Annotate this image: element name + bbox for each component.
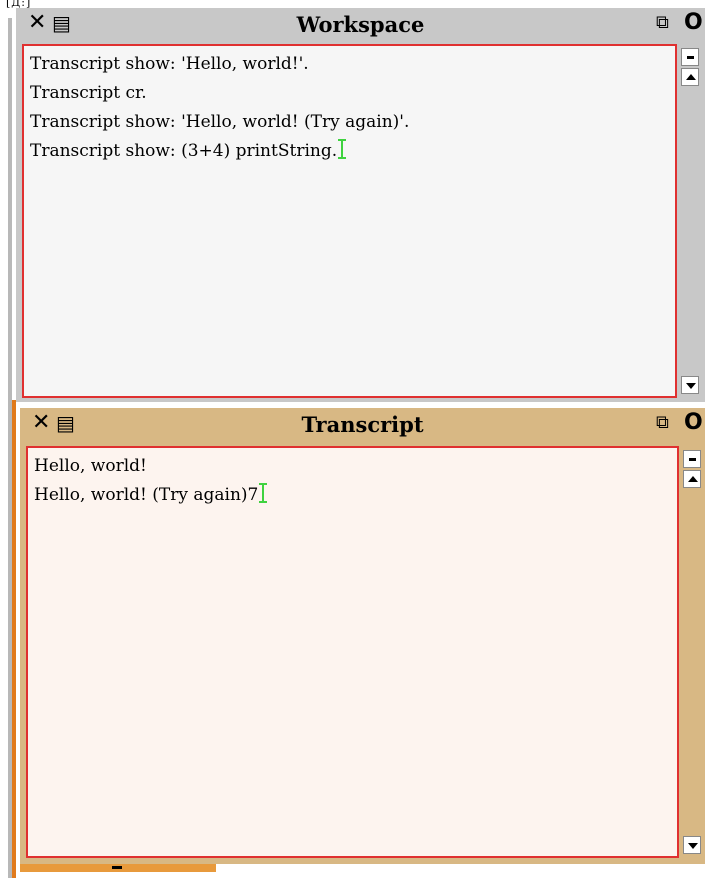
- text-cursor-icon: [338, 139, 347, 159]
- expand-icon[interactable]: O: [684, 412, 703, 434]
- transcript-text-pane[interactable]: Hello, world! Hello, world! (Try again)7: [26, 446, 679, 858]
- code-line: Transcript cr.: [30, 83, 147, 103]
- code-line-text: Transcript show: (3+4) printString.: [30, 141, 338, 161]
- transcript-titlebar[interactable]: ✕ ▤ Transcript ⧉ O: [20, 408, 705, 438]
- scrollbar-menu-button[interactable]: [681, 48, 699, 66]
- scroll-up-arrow-icon[interactable]: [681, 68, 699, 86]
- workspace-titlebar[interactable]: ✕ ▤ Workspace ⧉ O: [16, 8, 705, 38]
- transcript-title: Transcript: [301, 412, 424, 437]
- desktop-edge-stripe-accent: [12, 400, 16, 878]
- expand-icon[interactable]: O: [684, 12, 703, 34]
- transcript-scrollbar[interactable]: [681, 446, 703, 858]
- workspace-scrollbar[interactable]: [679, 44, 701, 398]
- collapse-icon[interactable]: ⧉: [656, 12, 669, 34]
- scroll-down-arrow-icon[interactable]: [681, 376, 699, 394]
- scroll-down-arrow-icon[interactable]: [683, 836, 701, 854]
- workspace-window[interactable]: ✕ ▤ Workspace ⧉ O Transcript show: 'Hell…: [16, 8, 705, 402]
- text-cursor-icon: [259, 483, 268, 503]
- output-line-text: Hello, world! (Try again)7: [34, 485, 259, 505]
- collapse-icon[interactable]: ⧉: [656, 412, 669, 434]
- transcript-window[interactable]: ✕ ▤ Transcript ⧉ O Hello, world! Hello, …: [20, 408, 705, 864]
- code-line: Transcript show: 'Hello, world!'.: [30, 54, 309, 74]
- desktop-left-edge: [0, 0, 16, 878]
- offscreen-fragment: [Д:]: [6, 0, 32, 9]
- code-line: Transcript show: 'Hello, world! (Try aga…: [30, 112, 410, 132]
- resize-grip[interactable]: [112, 866, 122, 869]
- workspace-text-pane[interactable]: Transcript show: 'Hello, world!'. Transc…: [22, 44, 677, 398]
- code-line-current: Transcript show: (3+4) printString.: [30, 137, 669, 166]
- output-line: Hello, world!: [34, 456, 147, 476]
- scrollbar-menu-button[interactable]: [683, 450, 701, 468]
- workspace-title: Workspace: [296, 12, 425, 37]
- output-line-current: Hello, world! (Try again)7: [34, 481, 671, 510]
- scroll-up-arrow-icon[interactable]: [683, 470, 701, 488]
